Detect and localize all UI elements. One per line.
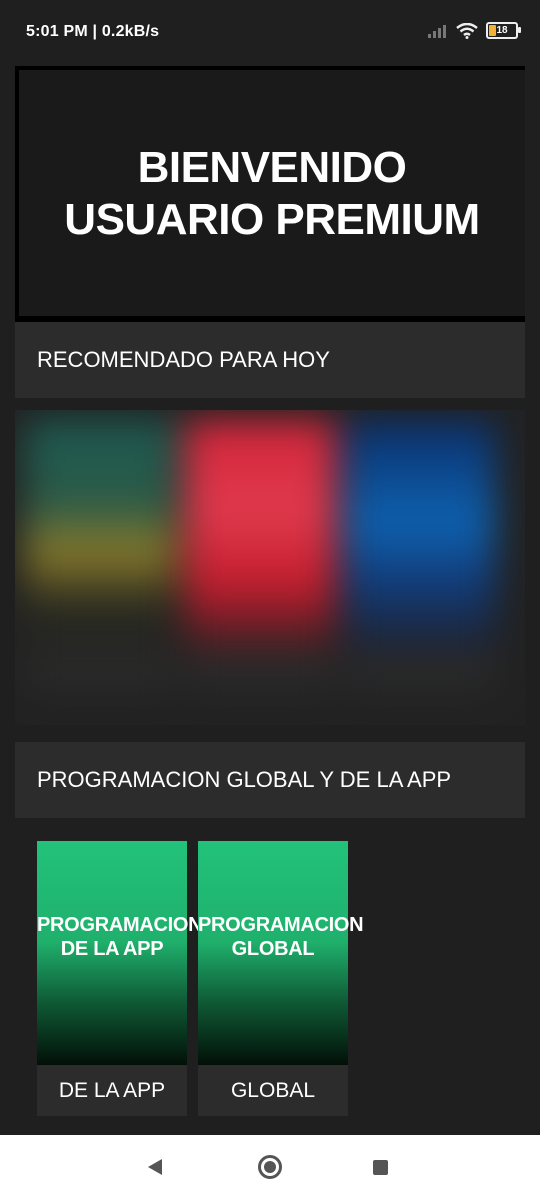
card-image-title-line2: GLOBAL	[231, 938, 315, 960]
section-header-programming: PROGRAMACION GLOBAL Y DE LA APP	[15, 742, 525, 818]
card-global-programming[interactable]: PROGRAMACION GLOBAL GLOBAL	[198, 841, 364, 1116]
card-image-title-line1: PROGRAMACION	[37, 914, 203, 936]
card-image-title: PROGRAMACION DE LA APP	[37, 913, 203, 961]
signal-icon	[428, 24, 446, 38]
system-navigation-bar	[0, 1135, 540, 1200]
recommended-item-2-label	[185, 650, 335, 690]
section-header-recommended: RECOMENDADO PARA HOY	[15, 322, 525, 398]
recommended-item-1[interactable]	[25, 420, 175, 650]
card-global-programming-image: PROGRAMACION GLOBAL	[198, 841, 364, 1065]
back-icon[interactable]	[148, 1159, 162, 1175]
status-time: 5:01 PM | 0.2kB/s	[26, 23, 160, 40]
status-bar: 5:01 PM | 0.2kB/s 18	[0, 0, 540, 64]
welcome-banner: BIENVENIDO USUARIO PREMIUM	[15, 66, 525, 322]
banner-title: BIENVENIDO USUARIO PREMIUM	[19, 142, 525, 246]
card-label: GLOBAL	[230, 1078, 316, 1102]
recommended-blurred-content	[15, 410, 525, 725]
card-image-title: PROGRAMACION GLOBAL	[198, 913, 364, 961]
card-app-programming[interactable]: PROGRAMACION DE LA APP DE LA APP	[37, 841, 203, 1116]
card-image-title-line1: PROGRAMACION	[198, 914, 364, 936]
status-icons: 18	[428, 22, 521, 39]
card-image-title-line2: DE LA APP	[60, 938, 164, 960]
battery-level: 18	[496, 25, 508, 36]
wifi-icon	[456, 22, 478, 39]
recommended-item-3-label	[345, 650, 495, 690]
banner-line1: BIENVENIDO	[137, 143, 407, 192]
recent-apps-icon[interactable]	[373, 1160, 388, 1175]
banner-line2: USUARIO PREMIUM	[64, 195, 480, 244]
recommended-item-1-label	[25, 650, 175, 690]
recommended-carousel[interactable]	[15, 410, 525, 725]
recommended-item-2[interactable]	[185, 420, 335, 650]
battery-icon: 18	[486, 22, 521, 39]
card-label: DE LA APP	[58, 1078, 166, 1102]
home-icon[interactable]	[258, 1155, 282, 1179]
recommended-item-3[interactable]	[345, 420, 495, 650]
card-app-programming-image: PROGRAMACION DE LA APP	[37, 841, 203, 1065]
